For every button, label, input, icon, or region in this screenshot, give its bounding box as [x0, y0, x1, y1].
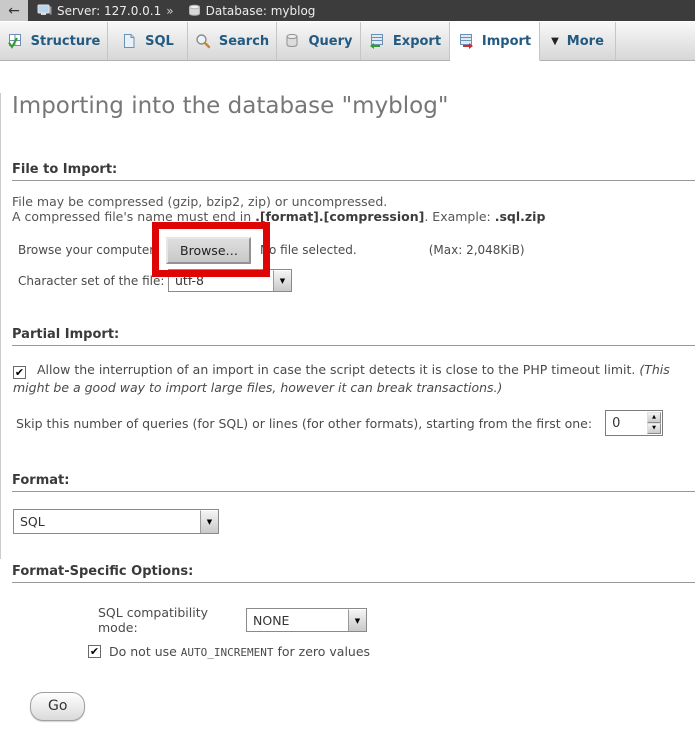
back-arrow-icon: ←: [8, 3, 20, 19]
skip-queries-label: Skip this number of queries (for SQL) or…: [16, 416, 592, 431]
browse-button[interactable]: Browse…: [166, 237, 251, 264]
spinner-up-icon[interactable]: ▲: [647, 412, 661, 423]
charset-row: Character set of the file: utf-8 ▼: [18, 269, 695, 292]
sql-icon: [121, 33, 137, 49]
breadcrumb-server[interactable]: Server: 127.0.0.1: [57, 4, 161, 18]
tab-import[interactable]: Import: [450, 22, 540, 61]
auto-increment-keyword: AUTO_INCREMENT: [181, 646, 274, 659]
breadcrumb-database[interactable]: Database: myblog: [206, 4, 316, 18]
tab-more-label: More: [567, 34, 604, 49]
export-icon: [369, 33, 385, 49]
skip-queries-spinner: ▲ ▼: [646, 411, 662, 435]
browse-row: Browse your computer: Browse… No file se…: [18, 237, 695, 263]
tab-query[interactable]: Query: [277, 22, 361, 60]
charset-select-value: utf-8: [169, 270, 273, 291]
auto-increment-row: ✔ Do not use AUTO_INCREMENT for zero val…: [88, 644, 695, 659]
query-icon: [284, 33, 300, 49]
skip-queries-field: ▲ ▼: [605, 410, 663, 436]
skip-queries-row: Skip this number of queries (for SQL) or…: [16, 410, 695, 436]
section-heading-partial-import: Partial Import:: [12, 327, 695, 346]
filename-rule-text: A compressed file's name must end in: [12, 209, 255, 224]
charset-select[interactable]: utf-8 ▼: [168, 269, 292, 292]
file-import-description: File may be compressed (gzip, bzip2, zip…: [12, 194, 695, 224]
max-upload-size: (Max: 2,048KiB): [429, 243, 525, 257]
spinner-down-icon[interactable]: ▼: [647, 423, 661, 434]
breadcrumb-bar: ← Server: 127.0.0.1 » Database: myblog: [0, 0, 695, 21]
tab-query-label: Query: [308, 34, 352, 49]
go-row: Go: [30, 692, 695, 721]
tab-structure-label: Structure: [31, 34, 101, 49]
tab-sql[interactable]: SQL: [108, 22, 188, 60]
tab-import-label: Import: [482, 34, 531, 49]
format-row: SQL ▼: [13, 509, 695, 534]
structure-icon: [7, 33, 23, 49]
sql-compat-label: SQL compatibility mode:: [98, 605, 246, 635]
section-heading-format-options: Format-Specific Options:: [12, 564, 695, 583]
tab-structure[interactable]: Structure: [0, 22, 108, 60]
back-button[interactable]: ←: [0, 0, 28, 21]
format-select[interactable]: SQL ▼: [13, 509, 219, 534]
no-file-selected-text: No file selected.: [260, 243, 357, 257]
filename-rule-example-label: . Example:: [424, 209, 494, 224]
form-left-border: [0, 93, 1, 559]
browse-label: Browse your computer:: [18, 243, 166, 257]
tab-search[interactable]: Search: [188, 22, 277, 60]
auto-increment-checkbox[interactable]: ✔: [88, 645, 101, 658]
allow-interrupt-checkbox[interactable]: ✔: [13, 366, 26, 379]
page-title: Importing into the database "myblog": [12, 93, 695, 119]
allow-interrupt-row: ✔ Allow the interruption of an import in…: [13, 361, 681, 396]
import-icon: [458, 33, 474, 49]
tab-export[interactable]: Export: [361, 22, 450, 60]
tab-sql-label: SQL: [145, 34, 174, 49]
filename-rule-example: .sql.zip: [495, 209, 546, 224]
section-heading-format: Format:: [12, 473, 695, 492]
chevron-down-icon: ▼: [551, 36, 559, 47]
tab-search-label: Search: [219, 34, 269, 49]
check-icon: ✔: [90, 645, 99, 658]
allow-interrupt-text: Allow the interruption of an import in c…: [37, 362, 639, 377]
sql-compat-select-value: NONE: [247, 609, 348, 631]
charset-label: Character set of the file:: [18, 274, 168, 288]
go-button[interactable]: Go: [30, 692, 85, 721]
tab-more[interactable]: ▼ More: [540, 22, 616, 60]
auto-increment-text: Do not use AUTO_INCREMENT for zero value…: [109, 644, 370, 659]
database-icon: [188, 4, 201, 17]
sql-compat-select[interactable]: NONE ▼: [246, 608, 367, 632]
breadcrumb-separator: »: [166, 4, 173, 18]
tab-bar: Structure SQL Search Query: [0, 21, 695, 61]
skip-queries-input[interactable]: [606, 411, 646, 435]
sql-compat-row: SQL compatibility mode: NONE ▼: [98, 605, 695, 635]
section-heading-file-to-import: File to Import:: [12, 162, 695, 181]
compression-info-line: File may be compressed (gzip, bzip2, zip…: [12, 194, 387, 209]
check-icon: ✔: [15, 366, 24, 379]
format-select-value: SQL: [14, 510, 200, 533]
dropdown-arrow-icon: ▼: [348, 609, 366, 631]
dropdown-arrow-icon: ▼: [273, 270, 291, 291]
search-icon: [195, 33, 211, 49]
import-page: Importing into the database "myblog" Fil…: [0, 93, 695, 747]
tab-export-label: Export: [393, 34, 441, 49]
server-icon: [37, 3, 52, 18]
dropdown-arrow-icon: ▼: [200, 510, 218, 533]
filename-rule-pattern: .[format].[compression]: [255, 209, 424, 224]
